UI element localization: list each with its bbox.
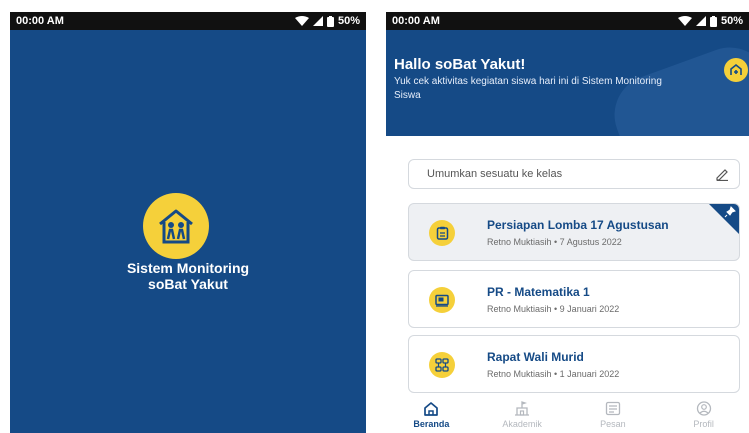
nav-label: Beranda <box>413 419 450 429</box>
message-icon <box>605 401 621 416</box>
battery-percent: 50% <box>720 15 743 27</box>
card-icon-badge <box>429 287 455 313</box>
app-name: Sistem Monitoring soBat Yakut <box>10 260 366 292</box>
announce-input[interactable]: Umumkan sesuatu ke kelas <box>408 159 740 189</box>
nav-pesan[interactable]: Pesan <box>568 397 659 433</box>
status-time: 00:00 AM <box>392 15 440 27</box>
nav-beranda[interactable]: Beranda <box>386 397 477 433</box>
bottom-navigation: Beranda Akademik Pesan Profil <box>386 397 749 433</box>
pin-icon <box>724 206 736 218</box>
card-title: PR - Matematika 1 <box>487 285 590 299</box>
school-children-icon <box>159 209 193 244</box>
card-icon-badge <box>429 220 455 246</box>
nav-label: Pesan <box>600 419 626 429</box>
announce-placeholder: Umumkan sesuatu ke kelas <box>427 168 563 180</box>
card-title: Persiapan Lomba 17 Agustusan <box>487 218 669 232</box>
battery-icon <box>709 15 717 27</box>
book-icon <box>435 294 449 307</box>
card-title: Rapat Wali Murid <box>487 350 584 364</box>
greeting-title: Hallo soBat Yakut! <box>394 56 526 73</box>
switch-class-button[interactable] <box>724 58 748 82</box>
app-logo <box>143 193 209 259</box>
post-card[interactable]: Persiapan Lomba 17 Agustusan Retno Mukti… <box>408 203 740 261</box>
splash-screen: 00:00 AM 50% Sistem Monitoring soBat Yak… <box>10 12 366 433</box>
app-name-line1: Sistem Monitoring <box>126 260 250 276</box>
nav-label: Profil <box>693 419 714 429</box>
home-screen: 00:00 AM 50% Hallo soBat Yakut! Yuk cek … <box>386 12 749 433</box>
clipboard-icon <box>436 226 448 240</box>
greeting-subtitle: Yuk cek aktivitas kegiatan siswa hari in… <box>394 76 662 101</box>
card-meta: Retno Muktiasih • 7 Agustus 2022 <box>487 237 622 247</box>
meeting-icon <box>435 358 449 372</box>
app-name-line2: soBat Yakut <box>148 276 228 292</box>
nav-akademik[interactable]: Akademik <box>477 397 568 433</box>
class-switch-icon <box>730 63 742 75</box>
signal-icon <box>695 16 706 26</box>
greeting-header: Hallo soBat Yakut! Yuk cek aktivitas keg… <box>386 30 749 136</box>
school-icon <box>515 401 530 416</box>
post-card[interactable]: Rapat Wali Murid Retno Muktiasih • 1 Jan… <box>408 335 740 393</box>
nav-profil[interactable]: Profil <box>658 397 749 433</box>
card-meta: Retno Muktiasih • 9 Januari 2022 <box>487 304 620 314</box>
profile-icon <box>696 401 711 416</box>
post-card[interactable]: PR - Matematika 1 Retno Muktiasih • 9 Ja… <box>408 270 740 328</box>
wifi-icon <box>677 16 692 26</box>
home-icon <box>424 402 439 416</box>
status-bar: 00:00 AM 50% <box>386 12 749 30</box>
card-meta: Retno Muktiasih • 1 Januari 2022 <box>487 369 620 379</box>
pencil-icon[interactable] <box>715 167 729 181</box>
card-icon-badge <box>429 352 455 378</box>
nav-label: Akademik <box>502 419 542 429</box>
